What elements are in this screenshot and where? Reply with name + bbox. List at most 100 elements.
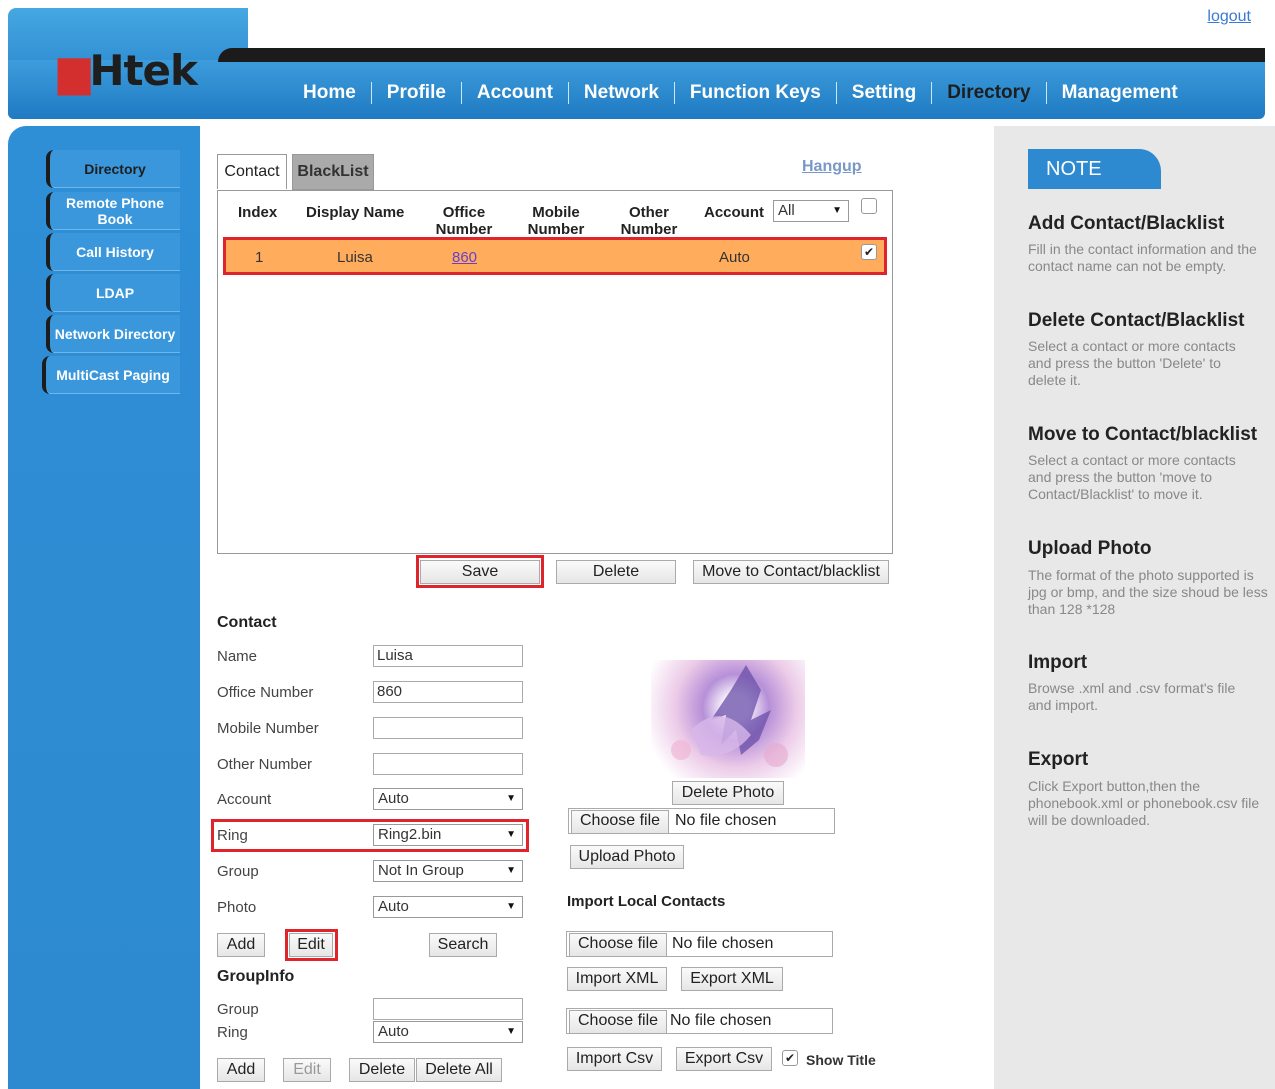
note-title-upload-photo: Upload Photo [1028, 538, 1152, 559]
csv-file-input[interactable]: Choose file No file chosen [566, 1008, 833, 1034]
col-header-account: Account [704, 204, 764, 221]
export-xml-button[interactable]: Export XML [681, 967, 783, 991]
delete-button[interactable]: Delete [556, 560, 676, 584]
nav-setting[interactable]: Setting [837, 82, 933, 104]
other-number-field[interactable] [373, 753, 523, 775]
office-number-field[interactable]: 860 [373, 681, 523, 703]
select-all-checkbox[interactable] [861, 198, 877, 214]
photo-choose-file-button[interactable]: Choose file [571, 810, 670, 834]
group-label: Group [217, 863, 259, 880]
photo-label: Photo [217, 899, 257, 916]
nav-account[interactable]: Account [462, 82, 569, 104]
ring-highlight [211, 819, 529, 852]
row-account: Auto [719, 249, 750, 266]
groupinfo-ring-select[interactable]: Auto ▼ [373, 1021, 523, 1043]
note-title-move: Move to Contact/blacklist [1028, 424, 1258, 445]
sidebar: Directory Remote Phone Book Call History… [8, 126, 200, 1089]
delete-photo-button[interactable]: Delete Photo [672, 781, 784, 805]
note-text-export: Click Export button,then the phonebook.x… [1028, 778, 1260, 828]
col-header-other-number: Other Number [620, 204, 678, 234]
header: ▆Htek Home Profile Account Network Funct… [8, 8, 1265, 119]
note-text-upload-photo: The format of the photo supported is jpg… [1028, 567, 1268, 617]
nav-directory[interactable]: Directory [932, 82, 1047, 104]
group-select[interactable]: Not In Group ▼ [373, 860, 523, 882]
row-office-number-link[interactable]: 860 [452, 249, 477, 266]
csv-choose-file-button[interactable]: Choose file [569, 1010, 668, 1034]
contact-add-button[interactable]: Add [217, 933, 265, 957]
groupinfo-group-field[interactable] [373, 998, 523, 1020]
col-header-office-number: Office Number [435, 204, 493, 234]
contact-form-title: Contact [217, 614, 277, 631]
col-header-mobile-number: Mobile Number [527, 204, 585, 234]
htek-logo: ▆Htek [58, 46, 198, 95]
col-header-index: Index [238, 204, 278, 221]
xml-file-input[interactable]: Choose file No file chosen [566, 931, 833, 957]
note-title-delete: Delete Contact/Blacklist [1028, 310, 1245, 331]
move-to-contact-button[interactable]: Move to Contact/blacklist [693, 560, 889, 584]
import-local-contacts-title: Import Local Contacts [567, 893, 726, 910]
tab-contact[interactable]: Contact [217, 154, 287, 189]
save-highlight [416, 555, 544, 588]
group-add-button[interactable]: Add [217, 1058, 265, 1082]
show-title-label: Show Title [806, 1052, 876, 1068]
logout-link[interactable]: logout [1207, 8, 1251, 26]
hangup-link[interactable]: Hangup [802, 158, 862, 176]
photo-no-file-text: No file chosen [675, 812, 777, 829]
note-title-import: Import [1028, 652, 1088, 673]
export-csv-button[interactable]: Export Csv [676, 1047, 772, 1071]
group-delete-button[interactable]: Delete [349, 1058, 415, 1082]
nav-profile[interactable]: Profile [372, 82, 462, 104]
sidebar-item-ldap[interactable]: LDAP [46, 274, 180, 312]
mobile-number-label: Mobile Number [217, 720, 319, 737]
group-delete-all-button[interactable]: Delete All [416, 1058, 502, 1082]
note-text-import: Browse .xml and .csv format's file and i… [1028, 680, 1236, 713]
sidebar-item-network-directory[interactable]: Network Directory [46, 315, 180, 353]
row-index: 1 [255, 249, 264, 266]
account-filter-select[interactable]: All ▼ [773, 200, 849, 222]
photo-file-input[interactable]: Choose file No file chosen [568, 808, 835, 834]
col-header-display-name: Display Name [306, 204, 405, 221]
row-checkbox[interactable]: ✔ [861, 244, 877, 260]
tab-blacklist[interactable]: BlackList [292, 154, 374, 190]
nav-home[interactable]: Home [288, 82, 372, 104]
group-edit-button[interactable]: Edit [283, 1058, 331, 1082]
sidebar-item-remote-phone-book[interactable]: Remote Phone Book [46, 192, 180, 230]
xml-no-file-text: No file chosen [672, 935, 774, 952]
main-nav: Home Profile Account Network Function Ke… [288, 80, 1193, 106]
sidebar-item-directory[interactable]: Directory [46, 150, 180, 188]
groupinfo-title: GroupInfo [217, 968, 295, 985]
contact-search-button[interactable]: Search [429, 933, 497, 957]
xml-choose-file-button[interactable]: Choose file [569, 933, 668, 957]
mobile-number-field[interactable] [373, 717, 523, 739]
other-number-label: Other Number [217, 756, 313, 773]
name-field[interactable]: Luisa [373, 645, 523, 667]
import-csv-button[interactable]: Import Csv [567, 1047, 662, 1071]
nav-management[interactable]: Management [1047, 82, 1193, 104]
upload-photo-button[interactable]: Upload Photo [570, 845, 684, 869]
show-title-checkbox[interactable]: ✔ [782, 1050, 798, 1066]
note-badge: NOTE [1028, 149, 1161, 189]
header-swoosh [218, 48, 1265, 62]
sidebar-item-call-history[interactable]: Call History [46, 233, 180, 271]
note-title-export: Export [1028, 749, 1089, 770]
import-xml-button[interactable]: Import XML [567, 967, 667, 991]
account-label: Account [217, 791, 272, 808]
note-text-add: Fill in the contact information and the … [1028, 241, 1257, 274]
office-number-label: Office Number [217, 684, 314, 701]
note-text-delete: Select a contact or more contacts and pr… [1028, 338, 1236, 388]
account-select[interactable]: Auto ▼ [373, 788, 523, 810]
nav-network[interactable]: Network [569, 82, 675, 104]
row-display-name: Luisa [337, 249, 373, 266]
note-text-move: Select a contact or more contacts and pr… [1028, 452, 1236, 502]
nav-function-keys[interactable]: Function Keys [675, 82, 837, 104]
table-row[interactable] [223, 237, 887, 275]
edit-highlight [285, 929, 338, 961]
csv-no-file-text: No file chosen [670, 1012, 772, 1029]
sidebar-item-multicast-paging[interactable]: MultiCast Paging [42, 356, 180, 394]
contact-photo [651, 660, 805, 778]
groupinfo-ring-label: Ring [217, 1024, 248, 1041]
name-label: Name [217, 648, 258, 665]
note-title-add: Add Contact/Blacklist [1028, 213, 1225, 234]
photo-select[interactable]: Auto ▼ [373, 896, 523, 918]
groupinfo-group-label: Group [217, 1001, 259, 1018]
